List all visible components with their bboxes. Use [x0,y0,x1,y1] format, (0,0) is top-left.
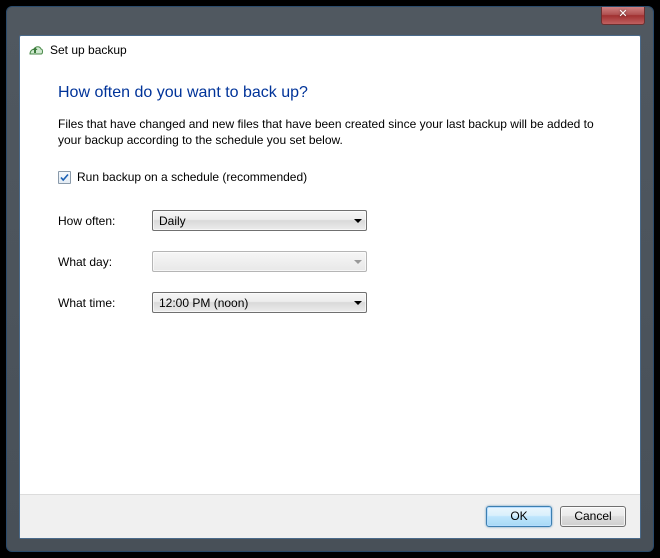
schedule-checkbox-label: Run backup on a schedule (recommended) [77,170,307,184]
row-what-day: What day: [58,251,602,272]
row-what-time: What time: 12:00 PM (noon) [58,292,602,313]
client-area: Set up backup How often do you want to b… [19,35,641,539]
ok-button[interactable]: OK [486,506,552,527]
chevron-down-icon [354,260,362,264]
dialog-footer: OK Cancel [20,494,640,538]
checkmark-icon [59,172,70,183]
label-what-day: What day: [58,255,152,269]
titlebar: ✕ [13,13,647,35]
chevron-down-icon [354,219,362,223]
combo-what-time-value: 12:00 PM (noon) [159,296,248,310]
dialog-window: ✕ Set up backup How often do you want to… [6,6,654,552]
combo-what-time[interactable]: 12:00 PM (noon) [152,292,367,313]
close-button[interactable]: ✕ [601,7,645,25]
cancel-button[interactable]: Cancel [560,506,626,527]
page-description: Files that have changed and new files th… [58,116,602,148]
combo-what-day [152,251,367,272]
combo-how-often-value: Daily [159,214,186,228]
schedule-checkbox[interactable] [58,171,71,184]
window-header: Set up backup [20,36,640,62]
schedule-checkbox-row: Run backup on a schedule (recommended) [58,170,602,184]
page-heading: How often do you want to back up? [58,84,602,102]
backup-icon [28,42,44,58]
content-area: How often do you want to back up? Files … [20,62,640,494]
window-title: Set up backup [50,43,127,57]
row-how-often: How often: Daily [58,210,602,231]
chevron-down-icon [354,301,362,305]
label-how-often: How often: [58,214,152,228]
label-what-time: What time: [58,296,152,310]
combo-how-often[interactable]: Daily [152,210,367,231]
